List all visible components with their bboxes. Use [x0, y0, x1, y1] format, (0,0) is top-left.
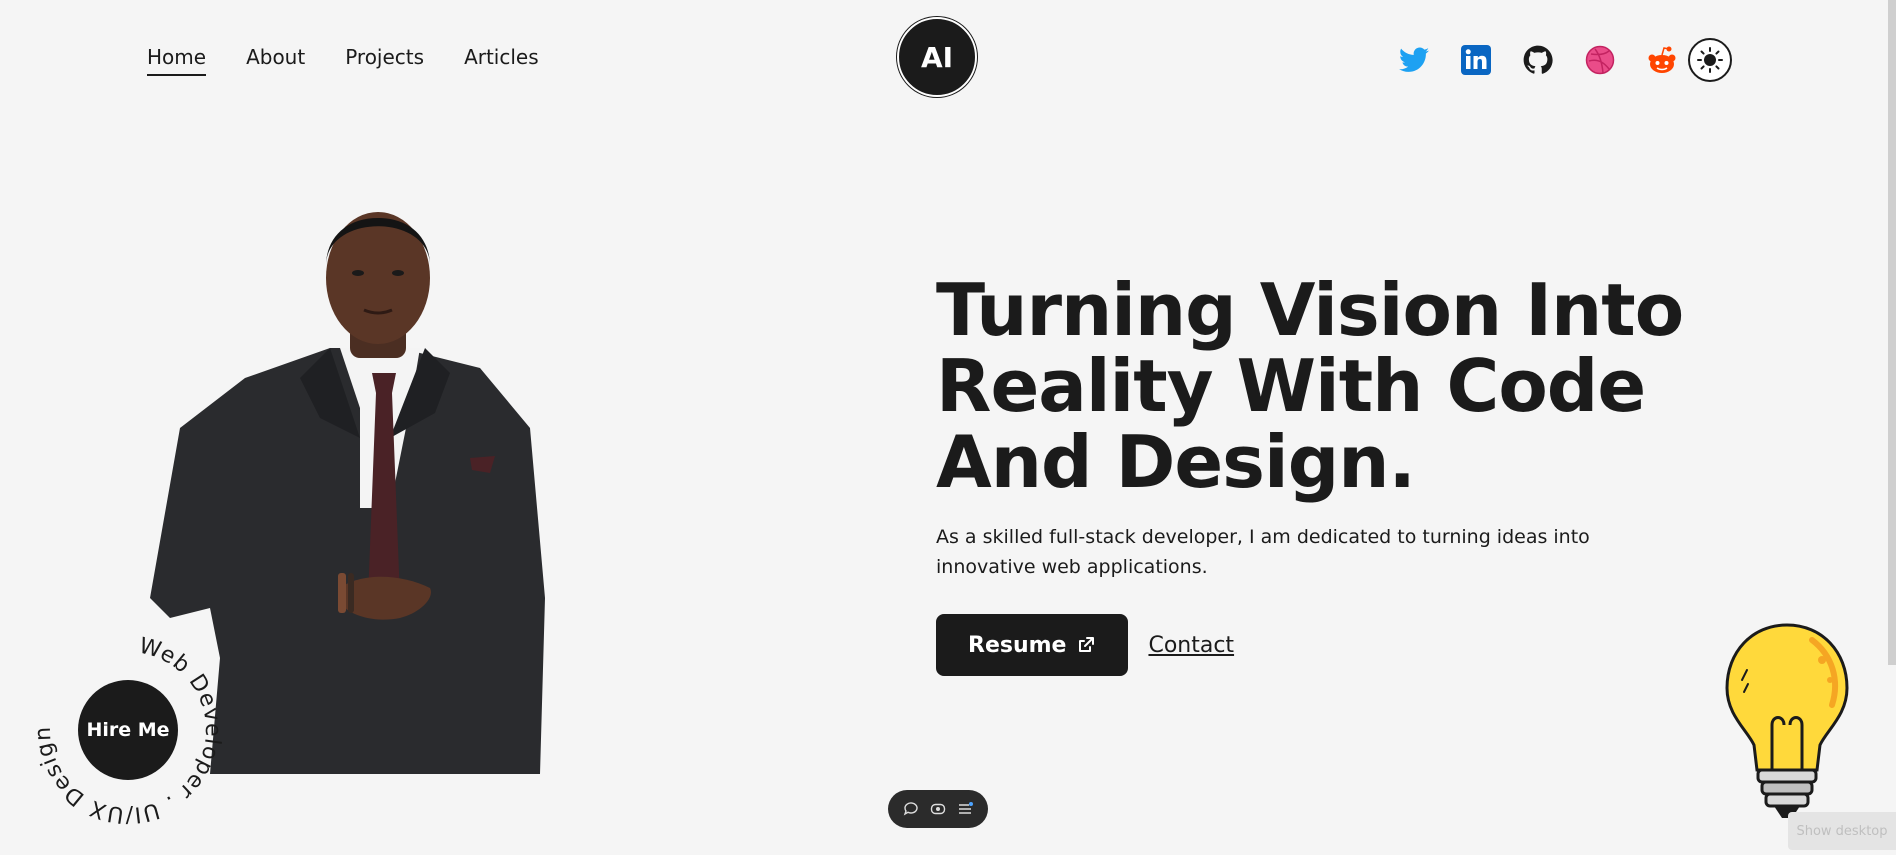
contact-link[interactable]: Contact [1148, 633, 1234, 658]
hero-title: Turning Vision Into Reality With Code An… [936, 272, 1736, 500]
menu-icon[interactable] [956, 800, 974, 818]
nav-home[interactable]: Home [147, 45, 207, 76]
site-header: Home About Projects Articles AI [0, 0, 1896, 115]
eye-icon[interactable] [929, 800, 947, 818]
nav-about[interactable]: About [246, 45, 305, 69]
hero-description: As a skilled full-stack developer, I am … [936, 526, 1590, 578]
reddit-icon[interactable] [1646, 44, 1678, 76]
resume-button[interactable]: Resume [936, 614, 1129, 676]
hero-actions: Resume Contact [936, 614, 1736, 676]
page-scrollbar[interactable] [1888, 0, 1896, 665]
github-icon[interactable] [1522, 44, 1554, 76]
lightbulb-icon [1722, 620, 1852, 834]
floating-toolbar [888, 790, 988, 828]
theme-toggle-button[interactable] [1688, 38, 1732, 82]
hire-me-button[interactable]: Hire Me [78, 680, 178, 780]
dribbble-icon[interactable] [1584, 44, 1616, 76]
hero-title-line-1: Turning Vision Into [936, 268, 1684, 352]
hero-section: Turning Vision Into Reality With Code An… [936, 272, 1736, 676]
nav-projects[interactable]: Projects [345, 45, 424, 69]
resume-label: Resume [968, 632, 1067, 658]
hero-title-line-3: And Design. [936, 420, 1416, 504]
site-logo[interactable]: AI [897, 17, 977, 97]
twitter-icon[interactable] [1398, 44, 1430, 76]
comment-icon[interactable] [902, 800, 920, 818]
hero-title-line-2: Reality With Code [936, 344, 1646, 428]
hire-me-badge: Web Developer . UI/UX Designer . Hire Me [28, 630, 228, 830]
social-links [1398, 38, 1732, 82]
external-link-icon [1079, 637, 1095, 652]
linkedin-icon[interactable] [1460, 44, 1492, 76]
show-desktop-button[interactable]: Show desktop [1788, 812, 1896, 850]
main-nav: Home About Projects Articles [147, 45, 539, 76]
sun-icon [1697, 47, 1723, 73]
nav-articles[interactable]: Articles [464, 45, 539, 69]
